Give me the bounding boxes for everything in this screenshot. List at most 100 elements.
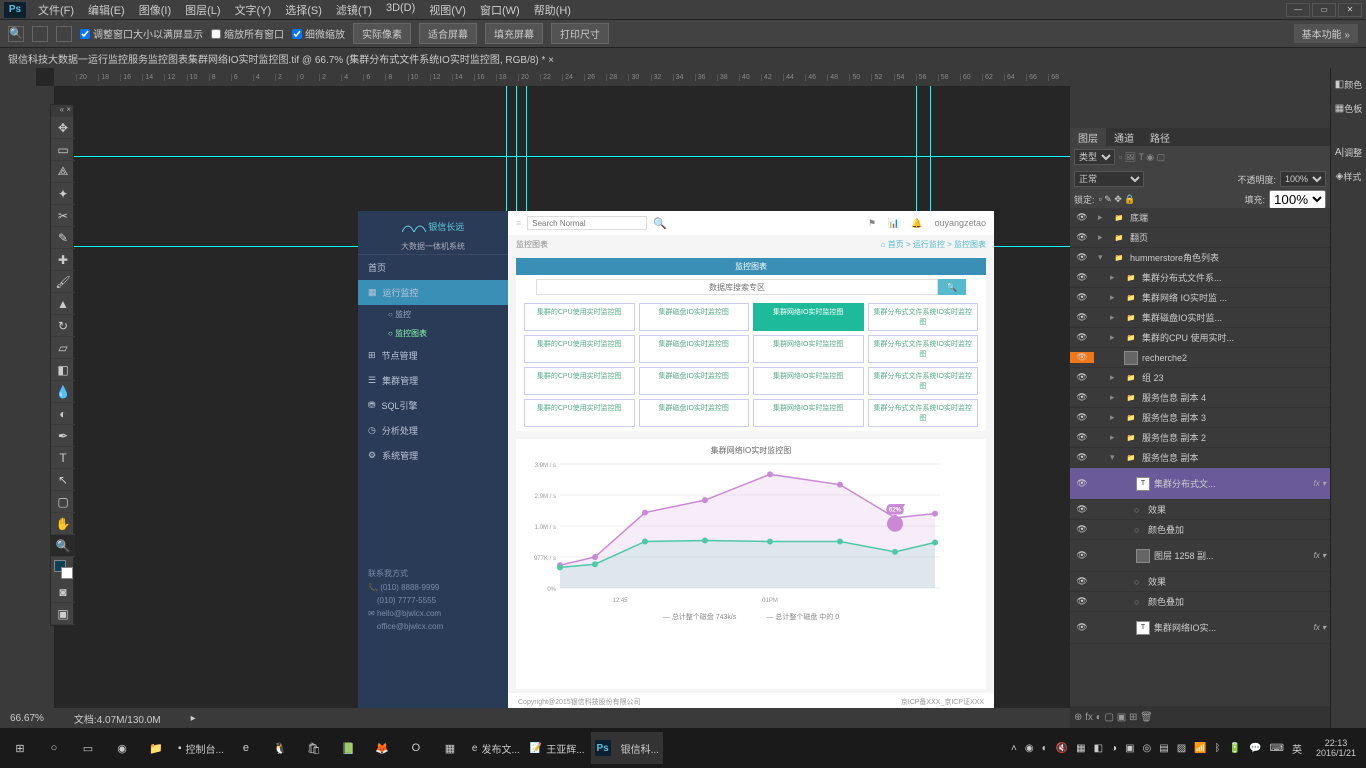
minimize-button[interactable]: — [1286, 3, 1310, 17]
network-icon[interactable]: 📶 [1194, 743, 1206, 754]
menu-item[interactable]: 滤镜(T) [330, 0, 378, 20]
eyedropper-tool[interactable]: ✎ [51, 227, 75, 249]
tab-layers[interactable]: 图层 [1070, 128, 1106, 146]
menu-item[interactable]: 3D(D) [380, 0, 421, 20]
layer-row[interactable]: 👁○效果 [1070, 500, 1330, 520]
tray-icon[interactable]: ◉ [1025, 743, 1034, 754]
stamp-tool[interactable]: ▲ [51, 293, 75, 315]
app-ie[interactable]: e 发布文... [468, 732, 524, 764]
layer-row[interactable]: 👁图层 1258 副...fx ▾ [1070, 540, 1330, 572]
chrome-icon[interactable]: ◉ [106, 732, 138, 764]
close-button[interactable]: ✕ [1338, 3, 1362, 17]
zoom-all-checkbox[interactable]: 缩放所有窗口 [211, 26, 284, 41]
adjustments-icon[interactable]: A| 调整 [1331, 140, 1366, 164]
layer-row[interactable]: 👁▸📁组 23 [1070, 368, 1330, 388]
tray-icon[interactable]: ▨ [1177, 743, 1186, 754]
app-photoshop[interactable]: Ps 银信科... [591, 732, 663, 764]
pen-tool[interactable]: ✒ [51, 425, 75, 447]
explorer-icon[interactable]: 📁 [140, 732, 172, 764]
layer-row[interactable]: 👁○颜色叠加 [1070, 520, 1330, 540]
app-notepad[interactable]: 📝 王亚辉... [526, 732, 589, 764]
layer-row[interactable]: 👁▸📁底端 [1070, 208, 1330, 228]
layer-kind-select[interactable]: 类型 [1074, 149, 1115, 165]
zoom-in-icon[interactable] [32, 26, 48, 42]
gradient-tool[interactable]: ◧ [51, 359, 75, 381]
eraser-tool[interactable]: ▱ [51, 337, 75, 359]
layer-row[interactable]: 👁▾📁hummerstore角色列表 [1070, 248, 1330, 268]
workspace-switcher[interactable]: 基本功能 » [1294, 24, 1358, 43]
volume-icon[interactable]: 🔇 [1056, 743, 1068, 754]
menu-item[interactable]: 文件(F) [32, 0, 80, 20]
clock[interactable]: 22:132016/1/21 [1310, 738, 1362, 758]
layer-row[interactable]: 👁▾📁服务信息 副本 [1070, 448, 1330, 468]
dodge-tool[interactable]: ◐ [51, 403, 75, 425]
cortana-icon[interactable]: ○ [38, 732, 70, 764]
color-swatches[interactable] [51, 557, 73, 581]
tray-up-icon[interactable]: ˄ [1011, 743, 1017, 754]
layer-row[interactable]: 👁○效果 [1070, 572, 1330, 592]
styles-icon[interactable]: ◈ 样式 [1331, 164, 1366, 188]
firefox-icon[interactable]: 🦊 [366, 732, 398, 764]
keyboard-icon[interactable]: ⌨ [1270, 743, 1284, 754]
hand-tool[interactable]: ✋ [51, 513, 75, 535]
resize-window-checkbox[interactable]: 调整窗口大小以满屏显示 [80, 26, 203, 41]
move-tool[interactable]: ✥ [51, 117, 75, 139]
menu-item[interactable]: 编辑(E) [82, 0, 131, 20]
layer-row[interactable]: 👁▸📁集群网络 IO实时监 ... [1070, 288, 1330, 308]
store-icon[interactable]: 🛍 [298, 732, 330, 764]
blur-tool[interactable]: 💧 [51, 381, 75, 403]
layer-row[interactable]: 👁○颜色叠加 [1070, 592, 1330, 612]
taskview-icon[interactable]: ▭ [72, 732, 104, 764]
brush-tool[interactable]: 🖌 [51, 271, 75, 293]
opera-icon[interactable]: O [400, 732, 432, 764]
menu-item[interactable]: 图层(L) [179, 0, 226, 20]
layer-row[interactable]: 👁recherche2 [1070, 348, 1330, 368]
layer-row[interactable]: 👁▸📁服务信息 副本 4 [1070, 388, 1330, 408]
print-size-button[interactable]: 打印尺寸 [551, 23, 609, 44]
blend-mode-select[interactable]: 正常 [1074, 171, 1144, 187]
tools-collapse[interactable]: « × [51, 105, 73, 117]
layer-row[interactable]: 👁T集群分布式文...fx ▾ [1070, 468, 1330, 500]
maximize-button[interactable]: ▭ [1312, 3, 1336, 17]
quickmask-toggle[interactable]: ◙ [51, 581, 75, 603]
menu-item[interactable]: 图像(I) [133, 0, 177, 20]
guide-h[interactable] [54, 156, 1070, 157]
fit-screen-button[interactable]: 适合屏幕 [419, 23, 477, 44]
swatches-icon[interactable]: ▦ 色板 [1331, 96, 1366, 120]
app-console[interactable]: ▪ 控制台... [174, 732, 228, 764]
document-tab[interactable]: 银信科技大数据一运行监控服务监控图表集群网络IO实时监控图.tif @ 66.7… [8, 51, 554, 66]
zoom-out-icon[interactable] [56, 26, 72, 42]
layer-row[interactable]: 👁T集群网络IO实...fx ▾ [1070, 612, 1330, 644]
tray-icon[interactable]: ◐ [1042, 743, 1048, 754]
layer-row[interactable]: 👁▸📁集群的CPU 使用实时... [1070, 328, 1330, 348]
blue-icon[interactable]: ▦ [434, 732, 466, 764]
excel-icon[interactable]: 📗 [332, 732, 364, 764]
layer-row[interactable]: 👁▸📁服务信息 副本 3 [1070, 408, 1330, 428]
tray-icon[interactable]: ◎ [1143, 743, 1152, 754]
screenmode-toggle[interactable]: ▣ [51, 603, 75, 625]
tray-icon[interactable]: ▣ [1125, 743, 1134, 754]
actual-pixels-button[interactable]: 实际像素 [353, 23, 411, 44]
tray-icon[interactable]: ◧ [1094, 743, 1103, 754]
battery-icon[interactable]: 🔋 [1229, 743, 1241, 754]
lasso-tool[interactable]: ⟁ [51, 161, 75, 183]
fill-screen-button[interactable]: 填充屏幕 [485, 23, 543, 44]
menu-item[interactable]: 选择(S) [279, 0, 328, 20]
menu-item[interactable]: 帮助(H) [528, 0, 577, 20]
layer-row[interactable]: 👁▸📁集群磁盘IO实时监... [1070, 308, 1330, 328]
edge-icon[interactable]: e [230, 732, 262, 764]
opacity-select[interactable]: 100% [1280, 171, 1326, 187]
fill-select[interactable]: 100% [1269, 190, 1326, 209]
menu-item[interactable]: 窗口(W) [474, 0, 526, 20]
zoom-tool[interactable]: 🔍 [51, 535, 75, 557]
color-icon[interactable]: ◧ 颜色 [1331, 72, 1366, 96]
layer-row[interactable]: 👁▸📁集群分布式文件系... [1070, 268, 1330, 288]
crop-tool[interactable]: ✂ [51, 205, 75, 227]
tray-icon[interactable]: ▤ [1159, 743, 1168, 754]
history-brush-tool[interactable]: ↻ [51, 315, 75, 337]
heal-tool[interactable]: ✚ [51, 249, 75, 271]
tray-icon[interactable]: ▦ [1076, 743, 1085, 754]
qq-icon[interactable]: 🐧 [264, 732, 296, 764]
layer-row[interactable]: 👁▸📁服务信息 副本 2 [1070, 428, 1330, 448]
bluetooth-icon[interactable]: ᛒ [1215, 743, 1221, 754]
